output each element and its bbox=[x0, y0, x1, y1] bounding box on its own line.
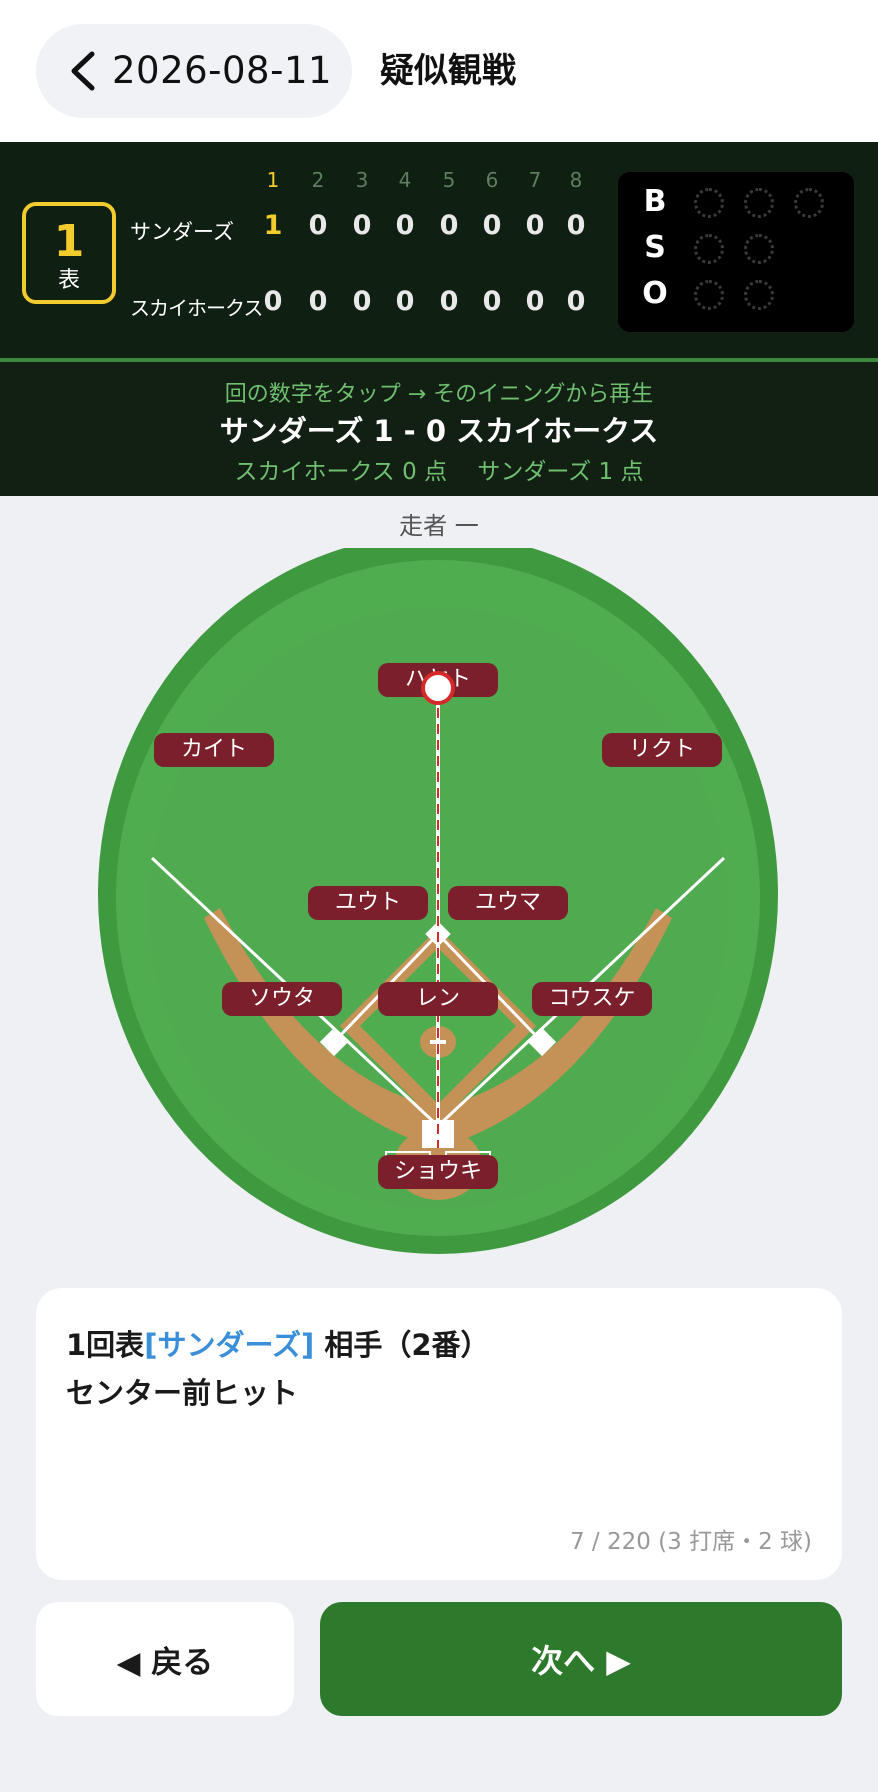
score-cell: 0 bbox=[395, 210, 415, 241]
ball-lamp bbox=[694, 188, 724, 218]
play-description-card: 1回表[サンダーズ] 相手（2番） センター前ヒット 7 / 220 (3 打席… bbox=[36, 1288, 842, 1580]
player-first-baseman[interactable]: コウスケ bbox=[532, 982, 652, 1016]
ball-label: B bbox=[643, 184, 667, 219]
score-cell: 0 bbox=[263, 286, 283, 317]
previous-button[interactable]: ◀ 戻る bbox=[36, 1602, 294, 1716]
player-right-fielder[interactable]: リクト bbox=[602, 733, 722, 767]
inning-header-6[interactable]: 6 bbox=[477, 168, 507, 192]
strike-lamp bbox=[694, 234, 724, 264]
player-left-fielder[interactable]: カイト bbox=[154, 733, 274, 767]
score-cell: 0 bbox=[525, 286, 545, 317]
player-pitcher[interactable]: レン bbox=[378, 982, 498, 1016]
player-center-fielder[interactable]: ハヤト bbox=[378, 663, 498, 697]
play-team[interactable]: [サンダーズ] bbox=[144, 1328, 314, 1362]
scoreboard: 1 表 1 2 3 4 5 6 7 8 サンダーズ 1 0 0 0 0 0 0 … bbox=[0, 142, 878, 358]
inning-header-1[interactable]: 1 bbox=[258, 168, 288, 192]
play-header: 1回表[サンダーズ] 相手（2番） bbox=[66, 1322, 490, 1364]
score-cell: 0 bbox=[439, 210, 459, 241]
bso-count-panel: B S O bbox=[618, 172, 854, 332]
play-inning: 1回表 bbox=[66, 1328, 145, 1362]
play-result: センター前ヒット bbox=[66, 1376, 299, 1410]
runner-status: 走者 一 bbox=[399, 512, 479, 540]
out-lamp bbox=[694, 280, 724, 310]
score-cell: 1 bbox=[263, 210, 283, 241]
inning-tap-hint: 回の数字をタップ → そのイニングから再生 bbox=[224, 382, 654, 407]
matchup-score: サンダーズ 1 - 0 スカイホークス bbox=[219, 414, 659, 448]
player-second-baseman[interactable]: ユウマ bbox=[448, 886, 568, 920]
score-cell: 0 bbox=[566, 286, 586, 317]
score-cell: 0 bbox=[352, 210, 372, 241]
score-cell: 0 bbox=[525, 210, 545, 241]
team-points: スカイホークス 0 点 サンダーズ 1 点 bbox=[234, 459, 644, 485]
current-inning-half: 表 bbox=[57, 268, 80, 293]
game-summary-band: 回の数字をタップ → そのイニングから再生 サンダーズ 1 - 0 スカイホーク… bbox=[0, 362, 878, 496]
score-cell: 0 bbox=[482, 286, 502, 317]
inning-header-8[interactable]: 8 bbox=[561, 168, 591, 192]
out-label: O bbox=[642, 276, 668, 311]
score-cell: 0 bbox=[566, 210, 586, 241]
current-inning-number: 1 bbox=[53, 216, 85, 267]
page-title: 疑似観戦 bbox=[380, 51, 516, 91]
team-name-home: スカイホークス bbox=[130, 296, 263, 320]
score-cell: 0 bbox=[482, 210, 502, 241]
out-lamp bbox=[744, 280, 774, 310]
score-cell: 0 bbox=[352, 286, 372, 317]
player-third-baseman[interactable]: ソウタ bbox=[222, 982, 342, 1016]
inning-header-7[interactable]: 7 bbox=[520, 168, 550, 192]
player-shortstop[interactable]: ユウト bbox=[308, 886, 428, 920]
chevron-left-icon bbox=[71, 51, 95, 91]
back-date-button[interactable]: 2026-08-11 bbox=[36, 24, 352, 118]
baseball-field: ハヤト カイト リクト ユウト ユウマ ソウタ レン コウスケ ショウキ bbox=[96, 548, 780, 1272]
inning-header-2[interactable]: 2 bbox=[303, 168, 333, 192]
team-name-away: サンダーズ bbox=[130, 220, 234, 244]
inning-header-3[interactable]: 3 bbox=[347, 168, 377, 192]
ball-lamp bbox=[744, 188, 774, 218]
next-button[interactable]: 次へ ▶ bbox=[320, 1602, 842, 1716]
inning-header-5[interactable]: 5 bbox=[434, 168, 464, 192]
play-progress: 7 / 220 (3 打席・2 球) bbox=[569, 1529, 812, 1555]
ball-lamp bbox=[794, 188, 824, 218]
score-cell: 0 bbox=[308, 210, 328, 241]
strike-label: S bbox=[644, 230, 666, 265]
game-date: 2026-08-11 bbox=[112, 49, 333, 92]
current-inning-indicator: 1 表 bbox=[22, 202, 116, 304]
score-cell: 0 bbox=[395, 286, 415, 317]
inning-header-4[interactable]: 4 bbox=[390, 168, 420, 192]
score-cell: 0 bbox=[308, 286, 328, 317]
play-batter: 相手（2番） bbox=[314, 1328, 490, 1362]
strike-lamp bbox=[744, 234, 774, 264]
score-cell: 0 bbox=[439, 286, 459, 317]
player-catcher[interactable]: ショウキ bbox=[378, 1155, 498, 1189]
app-header: 2026-08-11 疑似観戦 bbox=[0, 0, 878, 142]
